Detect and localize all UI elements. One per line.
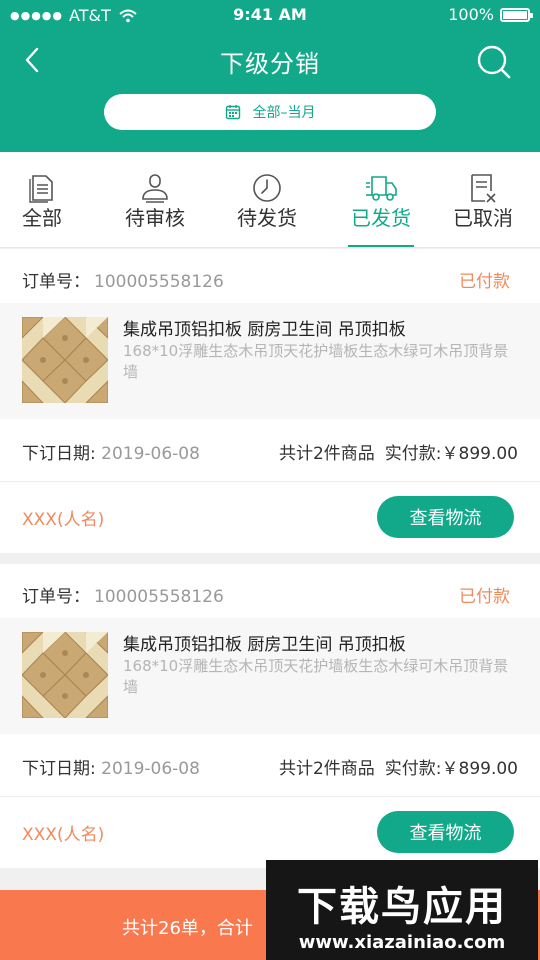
- order-number-row: 订单号： 100005558126: [22, 582, 224, 607]
- battery-percent: 100%: [448, 5, 494, 24]
- tab-pending-review[interactable]: 待审核: [101, 152, 209, 248]
- document-icon: [22, 172, 62, 204]
- status-bar: ●●●●● AT&T 9:41 AM 100%: [0, 0, 540, 30]
- order-number: 100005558126: [94, 272, 224, 292]
- item-count: 共计2件商品: [278, 759, 375, 779]
- view-logistics-button[interactable]: 查看物流: [377, 811, 514, 853]
- order-date: 2019-06-08: [101, 759, 200, 779]
- divider: [0, 481, 540, 482]
- item-count: 共计2件商品: [278, 444, 375, 464]
- tab-pending-shipment[interactable]: 待发货: [213, 152, 321, 248]
- divider: [0, 796, 540, 797]
- user-check-icon: [135, 172, 175, 204]
- watermark-url: www.xiazainiao.com: [298, 932, 506, 953]
- tab-label: 全部: [22, 206, 62, 230]
- summary-text: 共计26单，合计: [122, 918, 253, 939]
- watermark-logo: 下载鸟应用: [297, 884, 507, 930]
- cancel-document-icon: [463, 172, 503, 204]
- header: ●●●●● AT&T 9:41 AM 100% 下级分销 全部–当月: [0, 0, 540, 152]
- tab-label: 待审核: [125, 206, 185, 230]
- truck-icon: [361, 172, 401, 204]
- order-meta-row: 下订日期: 2019-06-08 共计2件商品 实付款:￥899.00: [22, 439, 518, 464]
- date-filter-label: 全部–当月: [252, 105, 316, 121]
- product-item[interactable]: 集成吊顶铝扣板 厨房卫生间 吊顶扣板 168*10浮雕生态木吊顶天花护墙板生态木…: [0, 303, 540, 419]
- order-date-label: 下订日期:: [22, 444, 96, 464]
- order-totals: 共计2件商品 实付款:￥899.00: [279, 439, 518, 464]
- watermark: 下载鸟应用 www.xiazainiao.com: [266, 860, 538, 960]
- order-number: 100005558126: [94, 587, 224, 607]
- order-number-row: 订单号： 100005558126: [22, 267, 224, 292]
- battery-icon: [500, 7, 533, 22]
- clock-icon: [247, 172, 287, 204]
- order-totals: 共计2件商品 实付款:￥899.00: [279, 754, 518, 779]
- tab-all[interactable]: 全部: [0, 152, 96, 248]
- order-card: 订单号： 100005558126 已付款 集成吊顶铝扣板 厨房卫生间 吊顶扣板…: [0, 564, 540, 868]
- active-tab-indicator: [348, 245, 414, 247]
- payment-status: 已付款: [459, 272, 510, 292]
- page-title: 下级分销: [220, 50, 320, 78]
- order-number-label: 订单号：: [22, 272, 90, 292]
- product-description: 168*10浮雕生态木吊顶天花护墙板生态木绿可木吊顶背景墙: [123, 657, 509, 696]
- status-tabs: 全部 待审核 待发货 已发货 已取消: [0, 152, 540, 248]
- buyer-name: XXX(人名): [22, 825, 105, 845]
- amount-paid: 实付款:￥899.00: [384, 444, 518, 464]
- tab-label: 待发货: [237, 206, 297, 230]
- view-logistics-button[interactable]: 查看物流: [377, 496, 514, 538]
- product-description: 168*10浮雕生态木吊顶天花护墙板生态木绿可木吊顶背景墙: [123, 342, 509, 381]
- date-filter-button[interactable]: 全部–当月: [104, 94, 436, 130]
- search-icon: [477, 45, 511, 79]
- nav-bar: 下级分销: [0, 38, 540, 84]
- payment-status: 已付款: [459, 587, 510, 607]
- order-meta-row: 下订日期: 2019-06-08 共计2件商品 实付款:￥899.00: [22, 754, 518, 779]
- tab-shipped[interactable]: 已发货: [327, 152, 435, 248]
- tab-cancelled[interactable]: 已取消: [429, 152, 537, 248]
- amount-paid: 实付款:￥899.00: [384, 759, 518, 779]
- product-title: 集成吊顶铝扣板 厨房卫生间 吊顶扣板: [123, 320, 406, 340]
- order-card: 订单号： 100005558126 已付款 集成吊顶铝扣板 厨房卫生间 吊顶扣板…: [0, 249, 540, 553]
- tab-label: 已发货: [351, 206, 411, 230]
- order-date-label: 下订日期:: [22, 759, 96, 779]
- product-item[interactable]: 集成吊顶铝扣板 厨房卫生间 吊顶扣板 168*10浮雕生态木吊顶天花护墙板生态木…: [0, 618, 540, 734]
- search-button[interactable]: [474, 42, 514, 82]
- tab-label: 已取消: [453, 206, 513, 230]
- calendar-icon: [225, 104, 241, 120]
- product-thumbnail: [22, 317, 108, 403]
- status-right: 100%: [448, 5, 533, 24]
- order-number-label: 订单号：: [22, 587, 90, 607]
- buyer-name: XXX(人名): [22, 510, 105, 530]
- order-date: 2019-06-08: [101, 444, 200, 464]
- product-thumbnail: [22, 632, 108, 718]
- product-title: 集成吊顶铝扣板 厨房卫生间 吊顶扣板: [123, 635, 406, 655]
